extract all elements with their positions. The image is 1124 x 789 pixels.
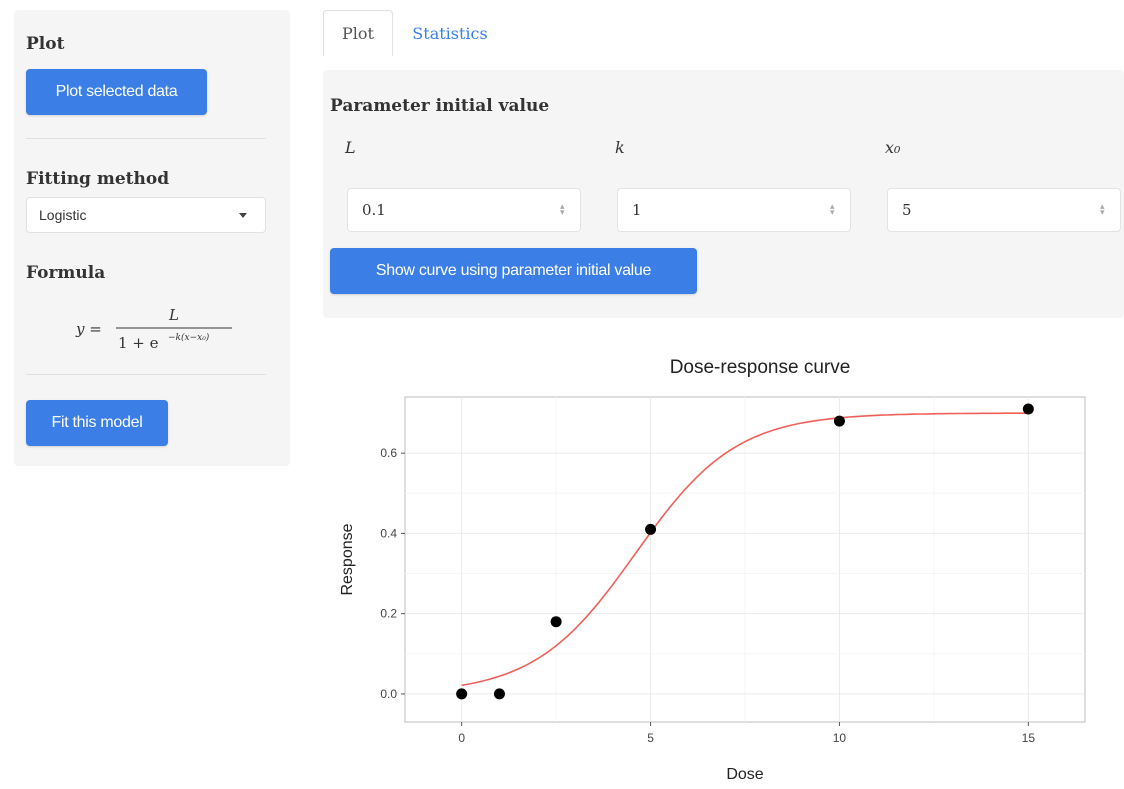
tab-plot[interactable]: Plot bbox=[323, 10, 393, 56]
y-tick-label: 0.6 bbox=[380, 446, 397, 460]
x-tick-label: 0 bbox=[458, 731, 465, 745]
x-tick-label: 15 bbox=[1022, 731, 1036, 745]
data-point bbox=[456, 688, 468, 700]
param-label-x0: x₀ bbox=[885, 138, 901, 157]
formula-exponent: −k(x−x₀) bbox=[168, 332, 210, 343]
spinner-icon[interactable]: ▴ ▾ bbox=[830, 203, 836, 218]
x-tick-label: 10 bbox=[833, 731, 847, 745]
data-point bbox=[493, 688, 505, 700]
plot-heading: Plot bbox=[26, 34, 65, 54]
parameter-heading: Parameter initial value bbox=[330, 96, 550, 116]
y-tick-label: 0.4 bbox=[380, 526, 397, 540]
param-input-L[interactable]: 0.1 ▴ ▾ bbox=[347, 188, 581, 232]
fit-this-model-button[interactable]: Fit this model bbox=[26, 400, 168, 446]
divider bbox=[26, 138, 266, 139]
data-point bbox=[1022, 403, 1034, 415]
param-label-L: L bbox=[345, 138, 356, 157]
x-axis-label: Dose bbox=[726, 766, 763, 783]
param-label-k: k bbox=[615, 138, 625, 157]
data-point bbox=[645, 523, 657, 535]
fitting-method-value: Logistic bbox=[39, 207, 87, 223]
spinner-icon[interactable]: ▴ ▾ bbox=[1100, 203, 1106, 218]
plot-selected-data-button[interactable]: Plot selected data bbox=[26, 69, 207, 115]
formula-numerator: L bbox=[168, 306, 179, 324]
formula-denominator: 1 + e bbox=[118, 334, 159, 352]
divider bbox=[26, 374, 266, 375]
formula-heading: Formula bbox=[26, 263, 106, 283]
tab-statistics[interactable]: Statistics bbox=[395, 10, 505, 56]
y-tick-label: 0.0 bbox=[380, 687, 397, 701]
y-tick-label: 0.2 bbox=[380, 607, 397, 621]
y-axis-label: Response bbox=[339, 523, 356, 595]
param-value-k: 1 bbox=[632, 201, 642, 219]
param-input-x0[interactable]: 5 ▴ ▾ bbox=[887, 188, 1121, 232]
fitting-method-select[interactable]: Logistic bbox=[26, 197, 266, 233]
chart-title: Dose-response curve bbox=[670, 357, 851, 378]
sidebar-panel: Plot Plot selected data Fitting method L… bbox=[14, 10, 290, 466]
show-curve-button[interactable]: Show curve using parameter initial value bbox=[330, 248, 697, 294]
data-point bbox=[550, 616, 562, 628]
fitting-method-heading: Fitting method bbox=[26, 169, 170, 189]
parameter-panel: Parameter initial value L k x₀ 0.1 ▴ ▾ 1 … bbox=[323, 70, 1124, 318]
logistic-formula: y = L 1 + e −k(x−x₀) bbox=[75, 306, 232, 352]
param-value-L: 0.1 bbox=[362, 201, 386, 219]
param-input-k[interactable]: 1 ▴ ▾ bbox=[617, 188, 851, 232]
formula-lhs: y = bbox=[75, 320, 102, 338]
chevron-down-icon bbox=[239, 213, 247, 218]
dose-response-chart: Dose-response curve 0 5 10 15 0.0 0.2 0.4 0.6 D… bbox=[339, 357, 1086, 783]
x-tick-label: 5 bbox=[647, 731, 654, 745]
param-value-x0: 5 bbox=[902, 201, 912, 219]
data-point bbox=[833, 415, 845, 427]
spinner-icon[interactable]: ▴ ▾ bbox=[560, 203, 566, 218]
